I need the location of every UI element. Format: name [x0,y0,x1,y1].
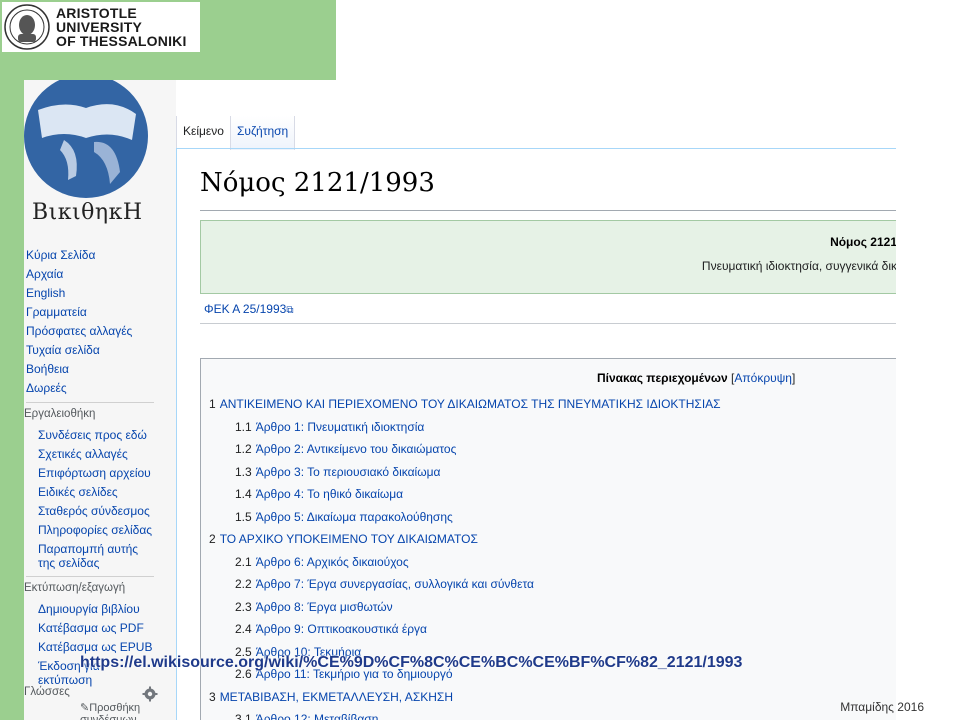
toc-number: 2.3 [235,599,252,614]
sidebar-nav-link[interactable]: English [26,284,132,303]
toc-number: 1.5 [235,509,252,524]
sidebar-print-link[interactable]: Κατέβασμα ως PDF [38,621,154,635]
toc-item[interactable]: 1 ΑΝΤΙΚΕΙΜΕΝΟ ΚΑΙ ΠΕΡΙΕΧΟΜΕΝΟ ΤΟΥ ΔΙΚΑΙΩΜ… [209,393,721,416]
header-box: Νόμος 2121 Πνευματική ιδιοκτησία, συγγεν… [200,220,896,294]
toc-text: Άρθρο 9: Οπτικοακουστικά έργα [255,622,427,636]
toc-item[interactable]: 2 ΤΟ ΑΡΧΙΚΟ ΥΠΟΚΕΙΜΕΝΟ ΤΟΥ ΔΙΚΑΙΩΜΑΤΟΣ [209,528,721,551]
sidebar: ΒικιθηκΗ Κύρια Σελίδα Αρχαία English Γραμμα… [24,80,176,720]
toc-text: Άρθρο 5: Δικαίωμα παρακολούθησης [255,509,453,524]
toc-number: 3.1 [235,712,252,720]
toc-item[interactable]: 2.3 Άρθρο 8: Έργα μισθωτών [209,596,721,619]
university-seal-icon [4,4,50,50]
toc-item[interactable]: 3.1 Άρθρο 12: Μεταβίβαση [209,708,721,720]
toc-item[interactable]: 1.3 Άρθρο 3: Το περιουσιακό δικαίωμα [209,461,721,484]
print-heading: Εκτύπωση/εξαγωγή [24,582,126,594]
toc-text: Άρθρο 4: Το ηθικό δικαίωμα [255,487,404,501]
toc-item[interactable]: 1.1 Άρθρο 1: Πνευματική ιδιοκτησία [209,416,721,439]
sidebar-nav-link[interactable]: Αρχαία [26,265,132,284]
toc-item[interactable]: 3 ΜΕΤΑΒΙΒΑΣΗ, ΕΚΜΕΤΑΛΛΕΥΣΗ, ΑΣΚΗΣΗ [209,686,721,709]
divider [26,576,154,577]
toc-item[interactable]: 2.4 Άρθρο 9: Οπτικοακουστικά έργα [209,618,721,641]
slide-accent-left [0,0,24,720]
toc-number: 1.2 [235,442,252,456]
toc-text: Άρθρο 6: Αρχικός δικαιούχος [255,554,409,569]
tools-heading: Εργαλειοθήκη [24,408,96,420]
url-caption: https://el.wikisource.org/wiki/%CE%9D%CF… [80,654,743,671]
fek-link[interactable]: ΦΕΚ Α 25/1993⧉ [204,302,293,316]
slide-credit: Μπαμίδης 2016 [840,700,924,714]
toc-item[interactable]: 2.1 Άρθρο 6: Αρχικός δικαιούχος [209,551,721,574]
sidebar-nav-link[interactable]: Γραμματεία [26,303,132,322]
divider [26,402,154,403]
sidebar-tool-link[interactable]: Παραπομπή αυτής της σελίδας [38,542,154,570]
toc-text: Άρθρο 2: Αντικείμενο του δικαιώματος [255,442,457,456]
divider [200,323,896,324]
toc-number: 1.4 [235,487,252,501]
gear-icon[interactable] [142,686,158,702]
sidebar-tool-link[interactable]: Επιφόρτωση αρχείου [38,466,154,480]
toc-text: Άρθρο 8: Έργα μισθωτών [255,599,393,614]
university-logo: ARISTOTLE UNIVERSITY OF THESSALONIKI [2,2,200,52]
divider [200,210,896,211]
university-name: ARISTOTLE UNIVERSITY OF THESSALONIKI [56,5,187,49]
toc-item[interactable]: 1.2 Άρθρο 2: Αντικείμενο του δικαιώματος [209,438,721,461]
toc-text: Άρθρο 7: Έργα συνεργασίας, συλλογικά και… [255,577,534,591]
toc-text: ΜΕΤΑΒΙΒΑΣΗ, ΕΚΜΕΤΑΛΛΕΥΣΗ, ΑΣΚΗΣΗ [219,689,453,704]
toc-number: 1.3 [235,464,252,479]
site-name: ΒικιθηκΗ [32,200,143,225]
tools-list: Συνδέσεις προς εδώ Σχετικές αλλαγές Επιφόρ… [38,428,154,575]
sidebar-nav-link[interactable]: Κύρια Σελίδα [26,246,132,265]
sidebar-tool-link[interactable]: Ειδικές σελίδες [38,485,154,499]
sidebar-nav-link[interactable]: Βοήθεια [26,360,132,379]
sidebar-nav-link[interactable]: Πρόσφατες αλλαγές [26,322,132,341]
toc-text: ΤΟ ΑΡΧΙΚΟ ΥΠΟΚΕΙΜΕΝΟ ΤΟΥ ΔΙΚΑΙΩΜΑΤΟΣ [219,532,478,546]
sidebar-print-link[interactable]: Κατέβασμα ως EPUB [38,640,154,654]
sidebar-tool-link[interactable]: Συνδέσεις προς εδώ [38,428,154,442]
pencil-icon: ✎ [80,702,90,714]
toc-number: 2.2 [235,577,252,591]
tab-text[interactable]: Κείμενο [176,116,231,150]
toc-number: 2 [209,532,216,546]
browser-screenshot: ΒικιθηκΗ Κύρια Σελίδα Αρχαία English Γραμμα… [24,80,896,720]
page-title: Νόμος 2121/1993 [200,168,435,198]
header-title: Νόμος 2121 [830,235,896,249]
toc-item[interactable]: 1.5 Άρθρο 5: Δικαίωμα παρακολούθησης [209,506,721,529]
toc-hide-link[interactable]: Απόκρυψη [734,371,792,385]
sidebar-tool-link[interactable]: Σταθερός σύνδεσμος [38,504,154,518]
languages-heading: Γλώσσες [24,686,70,698]
toc-number: 3 [209,689,216,704]
toc-number: 1 [209,397,216,411]
page-tabs: Κείμενο Συζήτηση [176,116,296,150]
main-navigation: Κύρια Σελίδα Αρχαία English Γραμματεία Πρόσφ… [26,246,132,398]
toc-item[interactable]: 2.2 Άρθρο 7: Έργα συνεργασίας, συλλογικά … [209,573,721,596]
external-link-icon: ⧉ [286,305,294,316]
print-list: Δημιουργία βιβλίου Κατέβασμα ως PDF Κατέβα… [38,602,154,692]
toc-number: 2.4 [235,622,252,636]
toc-title: Πίνακας περιεχομένων [Απόκρυψη] [597,371,796,385]
toc-number: 1.1 [235,419,252,434]
tab-discussion[interactable]: Συζήτηση [230,116,296,150]
toc-item[interactable]: 1.4 Άρθρο 4: Το ηθικό δικαίωμα [209,483,721,506]
sidebar-tool-link[interactable]: Σχετικές αλλαγές [38,447,154,461]
toc-text: Άρθρο 12: Μεταβίβαση [255,712,379,720]
toc-text: ΑΝΤΙΚΕΙΜΕΝΟ ΚΑΙ ΠΕΡΙΕΧΟΜΕΝΟ ΤΟΥ ΔΙΚΑΙΩΜΑ… [219,397,721,411]
sidebar-print-link[interactable]: Δημιουργία βιβλίου [38,602,154,616]
header-subtitle: Πνευματική ιδιοκτησία, συγγενικά δικ [701,259,896,273]
sidebar-tool-link[interactable]: Πληροφορίες σελίδας [38,523,154,537]
main-content: Κείμενο Συζήτηση Νόμος 2121/1993 Νόμος 2… [176,80,896,720]
toc-text: Άρθρο 1: Πνευματική ιδιοκτησία [255,419,425,434]
sidebar-nav-link[interactable]: Δωρεές [26,379,132,398]
toc-number: 2.1 [235,554,252,569]
toc-text: Άρθρο 3: Το περιουσιακό δικαίωμα [255,464,441,479]
add-links[interactable]: ✎Προσθήκη συνδέσμων [80,702,176,720]
sidebar-nav-link[interactable]: Τυχαία σελίδα [26,341,132,360]
